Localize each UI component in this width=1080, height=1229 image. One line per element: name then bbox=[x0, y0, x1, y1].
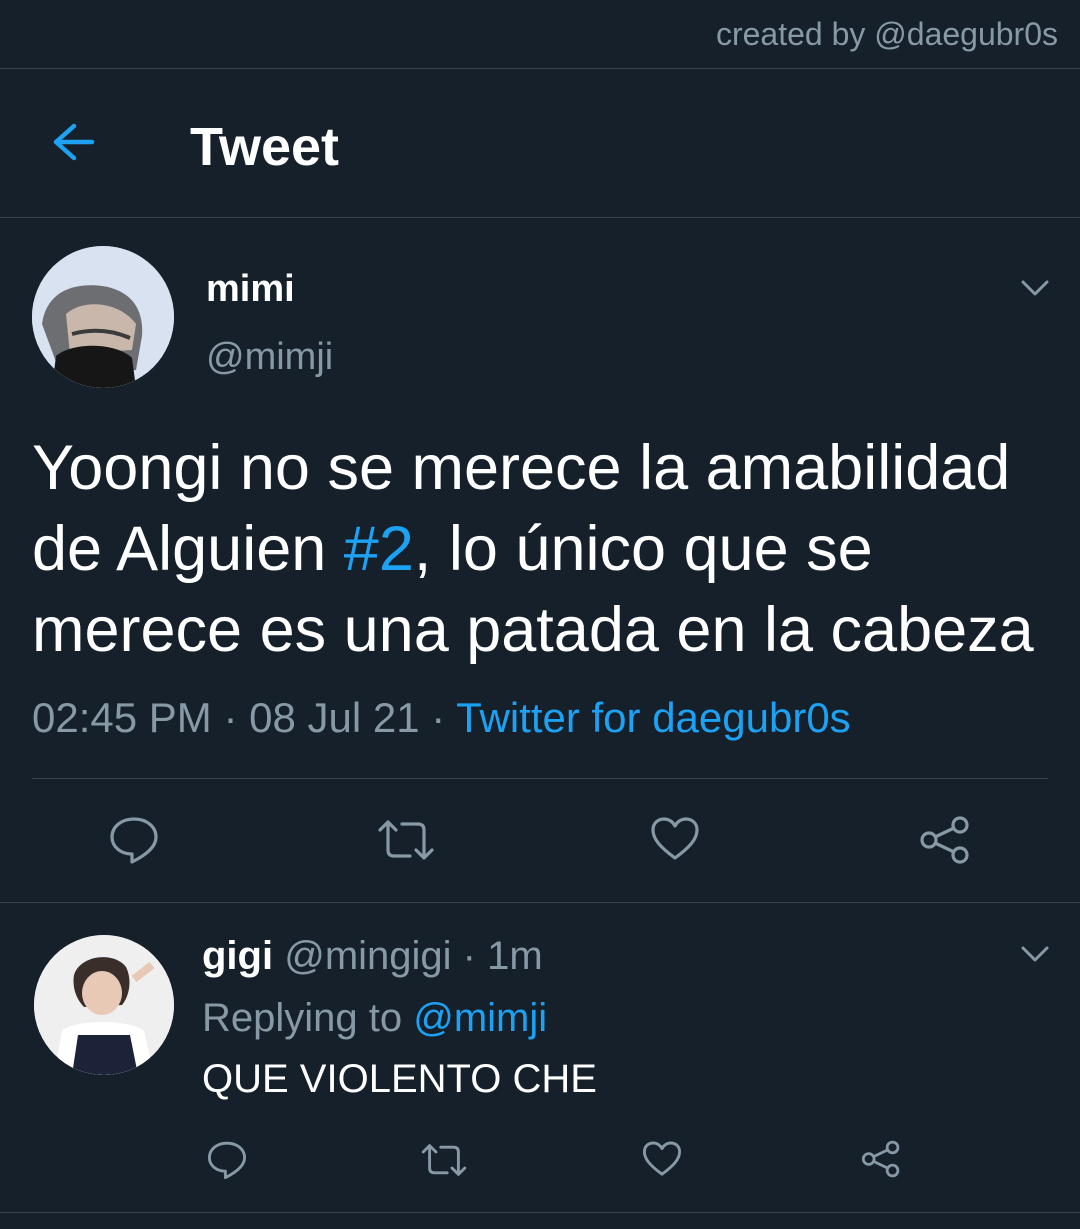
like-icon[interactable] bbox=[650, 816, 700, 862]
user-handle[interactable]: @mimji bbox=[206, 336, 333, 379]
tweet-time: 02:45 PM bbox=[32, 694, 212, 741]
mention-link[interactable]: @mimji bbox=[413, 996, 547, 1040]
page-title: Tweet bbox=[190, 117, 340, 177]
reply-header: gigi @mingigi · 1m bbox=[202, 934, 543, 979]
reply-handle[interactable]: @mingigi bbox=[284, 934, 451, 978]
divider bbox=[0, 1212, 1080, 1213]
top-header: Tweet bbox=[0, 70, 1080, 218]
retweet-icon[interactable] bbox=[420, 1142, 468, 1178]
tweet-source-link[interactable]: Twitter for daegubr0s bbox=[456, 694, 851, 741]
chevron-down-icon[interactable] bbox=[1020, 278, 1050, 298]
share-icon[interactable] bbox=[860, 1139, 902, 1179]
divider bbox=[0, 902, 1080, 903]
arrow-left-icon[interactable] bbox=[50, 122, 96, 162]
reply-display-name[interactable]: gigi bbox=[202, 934, 273, 978]
tweet-text: Yoongi no se merece la amabilidad de Alg… bbox=[32, 428, 1062, 671]
display-name[interactable]: mimi bbox=[206, 268, 295, 311]
credit-bar: created by @daegubr0s bbox=[0, 0, 1080, 69]
reply-icon[interactable] bbox=[108, 815, 160, 865]
hashtag-link[interactable]: #2 bbox=[344, 514, 414, 584]
credit-text: created by @daegubr0s bbox=[715, 16, 1058, 52]
avatar[interactable] bbox=[34, 935, 174, 1075]
reply-time: · 1m bbox=[451, 934, 543, 978]
replying-to-label: Replying to bbox=[202, 996, 414, 1040]
tweet-date: 08 Jul 21 bbox=[249, 694, 420, 741]
share-icon[interactable] bbox=[918, 814, 972, 866]
like-icon[interactable] bbox=[642, 1140, 682, 1178]
replying-to: Replying to @mimji bbox=[202, 996, 547, 1041]
tweet-meta: 02:45 PM · 08 Jul 21 · Twitter for daegu… bbox=[32, 694, 851, 742]
reply-icon[interactable] bbox=[206, 1140, 248, 1180]
retweet-icon[interactable] bbox=[376, 818, 436, 862]
divider bbox=[32, 778, 1048, 779]
meta-separator: · bbox=[419, 694, 457, 741]
avatar[interactable] bbox=[32, 246, 174, 388]
chevron-down-icon[interactable] bbox=[1020, 944, 1050, 964]
reply-text: QUE VIOLENTO CHE bbox=[202, 1057, 597, 1101]
meta-separator: · bbox=[211, 694, 250, 741]
